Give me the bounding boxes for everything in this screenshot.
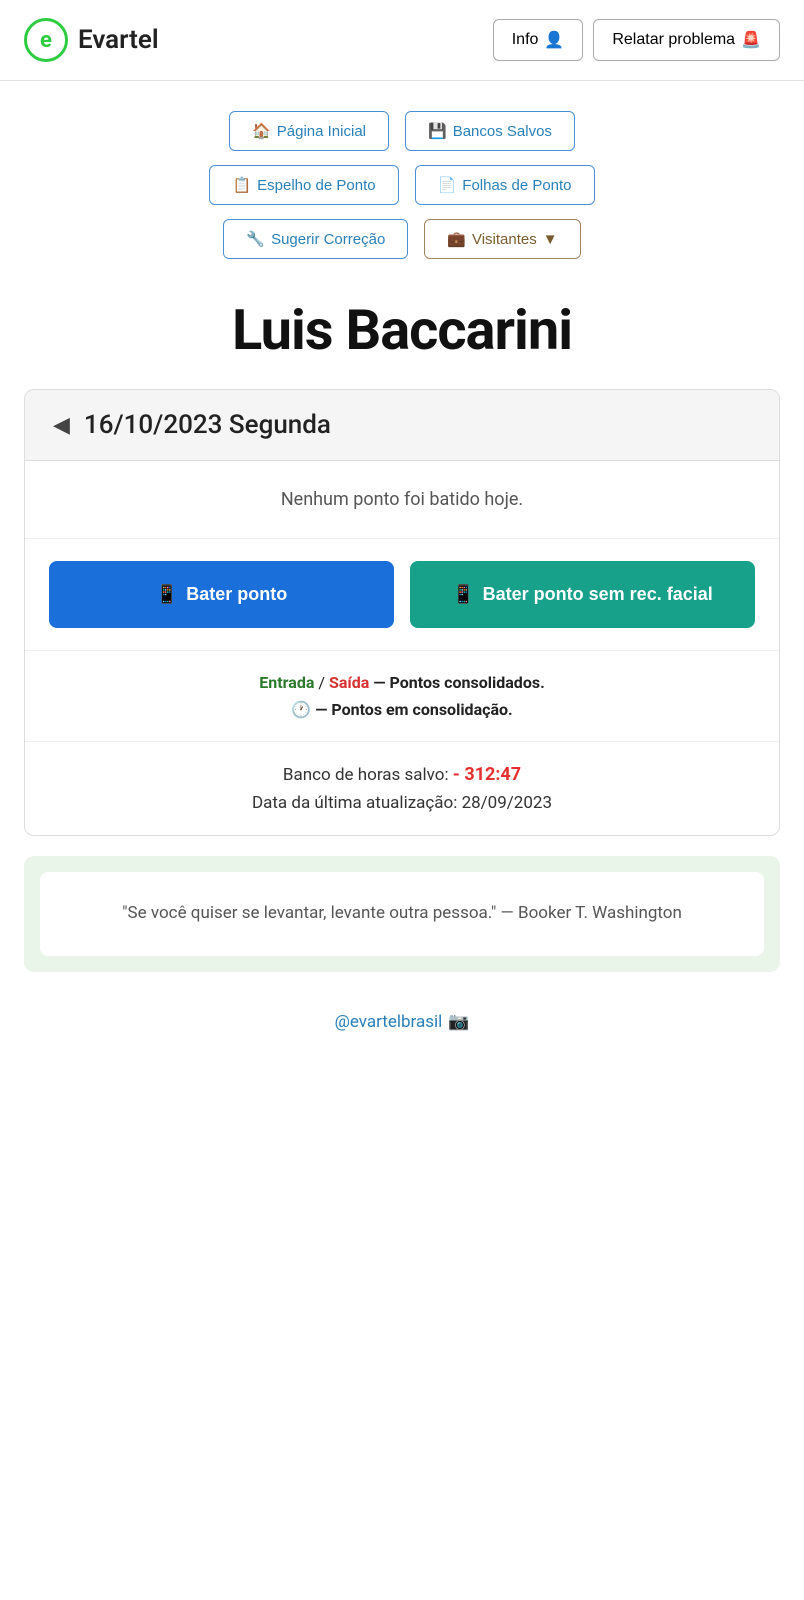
legend-consolidating-line: 🕐 — Pontos em consolidação. bbox=[291, 700, 512, 719]
banco-value: - 312:47 bbox=[453, 764, 521, 785]
banco-horas-line: Banco de horas salvo: - 312:47 bbox=[283, 764, 521, 785]
quote-inner: "Se você quiser se levantar, levante out… bbox=[40, 872, 764, 955]
user-name-section: Luis Baccarini bbox=[0, 269, 804, 379]
legend-row: Entrada / Saída — Pontos consolidados. 🕐… bbox=[25, 651, 779, 742]
quote-section: "Se você quiser se levantar, levante out… bbox=[24, 856, 780, 971]
nav-folhas-de-ponto[interactable]: 📄 Folhas de Ponto bbox=[415, 165, 595, 205]
logo-icon: e bbox=[24, 18, 68, 62]
prev-date-arrow[interactable]: ◀ bbox=[53, 413, 70, 438]
no-points-row: Nenhum ponto foi batido hoje. bbox=[25, 461, 779, 539]
instagram-link[interactable]: @evartelbrasil 📷 bbox=[24, 1012, 780, 1032]
header: e Evartel Info 👤 Relatar problema 🚨 bbox=[0, 0, 804, 81]
consolidating-text: — Pontos em consolidação. bbox=[315, 700, 512, 719]
nav-espelho-de-ponto[interactable]: 📋 Espelho de Ponto bbox=[209, 165, 398, 205]
nav-section: 🏠 Página Inicial 💾 Bancos Salvos 📋 Espel… bbox=[0, 81, 804, 269]
no-points-message: Nenhum ponto foi batido hoje. bbox=[281, 489, 523, 510]
entrada-label: Entrada bbox=[259, 673, 314, 692]
nav-sugerir-correcao[interactable]: 🔧 Sugerir Correção bbox=[223, 219, 408, 259]
clock-icon: 🕐 bbox=[291, 700, 311, 719]
bater-ponto-button[interactable]: 📱 Bater ponto bbox=[49, 561, 394, 628]
date-text: 16/10/2023 Segunda bbox=[84, 410, 331, 440]
main-card: ◀ 16/10/2023 Segunda Nenhum ponto foi ba… bbox=[24, 389, 780, 836]
legend-consolidated-line: Entrada / Saída — Pontos consolidados. bbox=[259, 673, 544, 692]
bater-ponto-sem-facial-button[interactable]: 📱 Bater ponto sem rec. facial bbox=[410, 561, 755, 628]
footer: @evartelbrasil 📷 bbox=[0, 988, 804, 1056]
header-buttons: Info 👤 Relatar problema 🚨 bbox=[493, 19, 780, 61]
info-button[interactable]: Info 👤 bbox=[493, 19, 584, 61]
action-buttons-row: 📱 Bater ponto 📱 Bater ponto sem rec. fac… bbox=[25, 539, 779, 651]
nav-row-1: 🏠 Página Inicial 💾 Bancos Salvos bbox=[229, 111, 575, 151]
instagram-label: @evartelbrasil bbox=[335, 1012, 443, 1032]
date-header: ◀ 16/10/2023 Segunda bbox=[25, 390, 779, 461]
quote-text: "Se você quiser se levantar, levante out… bbox=[70, 900, 734, 927]
user-name: Luis Baccarini bbox=[20, 297, 784, 363]
logo-name: Evartel bbox=[78, 25, 159, 55]
nav-row-3: 🔧 Sugerir Correção 💼 Visitantes ▼ bbox=[223, 219, 580, 259]
saida-label: Saída bbox=[329, 673, 369, 692]
nav-pagina-inicial[interactable]: 🏠 Página Inicial bbox=[229, 111, 389, 151]
nav-visitantes[interactable]: 💼 Visitantes ▼ bbox=[424, 219, 580, 259]
chevron-down-icon: ▼ bbox=[543, 231, 558, 248]
logo-area: e Evartel bbox=[24, 18, 159, 62]
nav-row-2: 📋 Espelho de Ponto 📄 Folhas de Ponto bbox=[209, 165, 594, 205]
nav-bancos-salvos[interactable]: 💾 Bancos Salvos bbox=[405, 111, 575, 151]
instagram-icon: 📷 bbox=[448, 1012, 469, 1032]
consolidated-text: — Pontos consolidados. bbox=[373, 673, 544, 692]
banco-row: Banco de horas salvo: - 312:47 Data da ú… bbox=[25, 742, 779, 835]
update-line: Data da última atualização: 28/09/2023 bbox=[252, 793, 552, 813]
report-problem-button[interactable]: Relatar problema 🚨 bbox=[593, 19, 780, 61]
